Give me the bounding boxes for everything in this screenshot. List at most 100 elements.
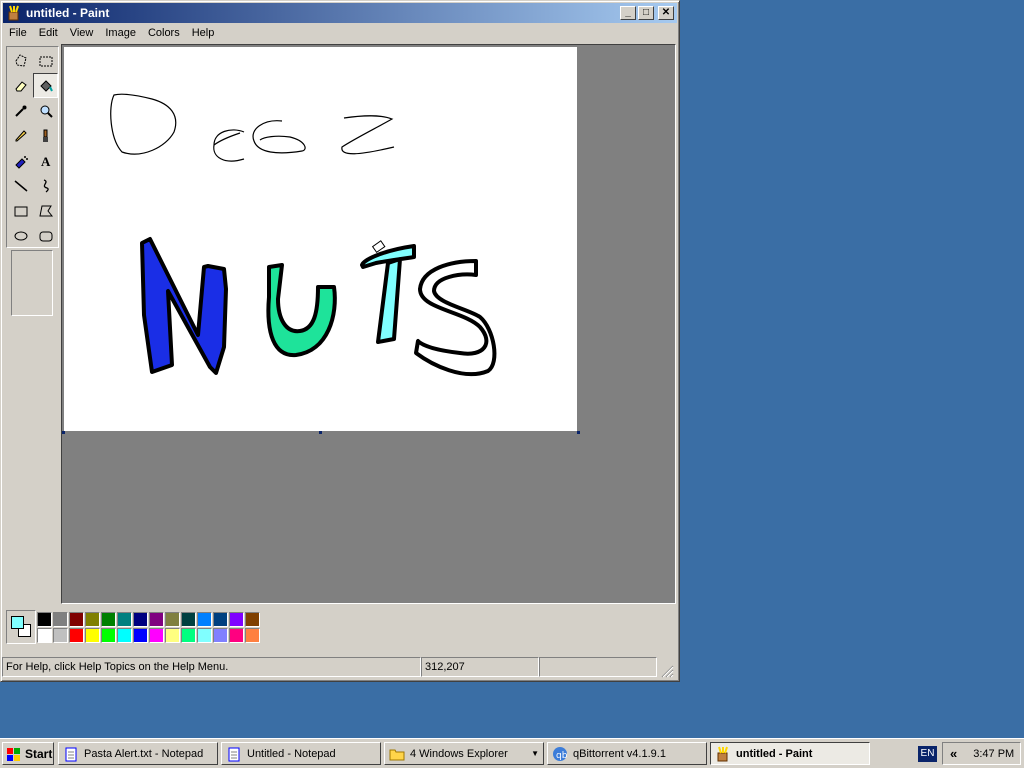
tool-grid: A [6, 46, 59, 248]
color-swatch[interactable] [197, 612, 212, 627]
task-pasta-alert-notepad[interactable]: Pasta Alert.txt - Notepad [58, 742, 218, 765]
task-label: untitled - Paint [736, 747, 813, 760]
eraser-icon [14, 80, 27, 91]
task-qbittorrent[interactable]: qb qBittorrent v4.1.9.1 [547, 742, 707, 765]
task-paint[interactable]: untitled - Paint [710, 742, 870, 765]
canvas-resize-handle-bottom-left[interactable] [62, 431, 65, 434]
color-swatch[interactable] [117, 612, 132, 627]
maximize-button[interactable]: □ [638, 6, 654, 20]
color-swatch[interactable] [245, 628, 260, 643]
tool-fill[interactable] [33, 73, 58, 98]
color-swatch[interactable] [229, 628, 244, 643]
color-swatch[interactable] [133, 612, 148, 627]
tool-rounded-rectangle[interactable] [33, 223, 58, 248]
brush-icon [42, 129, 48, 142]
color-swatch[interactable] [197, 628, 212, 643]
clock[interactable]: 3:47 PM [973, 748, 1014, 760]
tray-expand-icon[interactable]: « [950, 746, 957, 761]
start-button[interactable]: Start [2, 742, 54, 765]
free-form-select-icon [14, 53, 27, 67]
notepad-icon [228, 747, 240, 761]
select-icon [39, 56, 52, 66]
tool-magnifier[interactable] [33, 98, 58, 123]
handwritten-deez [110, 93, 395, 162]
tool-airbrush[interactable] [8, 148, 33, 173]
drawing-canvas[interactable] [64, 47, 577, 431]
color-swatch[interactable] [53, 612, 68, 627]
paint-app-icon [8, 5, 19, 21]
language-indicator[interactable]: EN [918, 746, 937, 762]
tool-pencil[interactable] [8, 123, 33, 148]
tool-brush[interactable] [33, 123, 58, 148]
status-cursor-coords: 312,207 [421, 657, 539, 677]
airbrush-icon [14, 155, 28, 169]
menu-image[interactable]: Image [99, 27, 142, 39]
color-palette [3, 606, 675, 654]
menu-help[interactable]: Help [186, 27, 221, 39]
letter-t [360, 244, 416, 344]
color-swatch[interactable] [133, 628, 148, 643]
color-swatch[interactable] [165, 612, 180, 627]
menu-file[interactable]: File [3, 27, 33, 39]
title-bar[interactable]: untitled - Paint _ □ ✕ [3, 3, 677, 23]
color-swatch[interactable] [101, 612, 116, 627]
tool-curve[interactable] [33, 173, 58, 198]
tool-text[interactable]: A [33, 148, 58, 173]
current-colors [6, 610, 36, 644]
minimize-button[interactable]: _ [620, 6, 636, 20]
task-label: qBittorrent v4.1.9.1 [573, 747, 666, 760]
color-swatch[interactable] [165, 628, 180, 643]
notepad-icon [65, 747, 77, 761]
task-untitled-notepad[interactable]: Untitled - Notepad [221, 742, 381, 765]
color-swatch[interactable] [149, 612, 164, 627]
color-swatch[interactable] [245, 612, 260, 627]
tool-rectangle[interactable] [8, 198, 33, 223]
color-swatch[interactable] [101, 628, 116, 643]
tool-pick-color[interactable] [8, 98, 33, 123]
fill-icon [39, 79, 53, 92]
polygon-icon [38, 205, 53, 216]
tool-select[interactable] [33, 48, 58, 73]
color-swatch[interactable] [181, 628, 196, 643]
menu-edit[interactable]: Edit [33, 27, 64, 39]
status-selection-size [539, 657, 657, 677]
color-swatch[interactable] [37, 628, 52, 643]
paint-icon [717, 746, 728, 761]
color-swatch[interactable] [69, 628, 84, 643]
color-swatch[interactable] [85, 612, 100, 627]
color-swatch[interactable] [85, 628, 100, 643]
tool-line[interactable] [8, 173, 33, 198]
color-swatch[interactable] [37, 612, 52, 627]
magnifier-icon [40, 105, 53, 118]
letter-s [414, 259, 497, 377]
color-swatch[interactable] [69, 612, 84, 627]
tool-options-panel[interactable] [11, 250, 53, 316]
menu-view[interactable]: View [64, 27, 100, 39]
color-swatch[interactable] [213, 612, 228, 627]
task-label: Untitled - Notepad [247, 747, 336, 760]
color-swatch[interactable] [181, 612, 196, 627]
tool-free-form-select[interactable] [8, 48, 33, 73]
task-windows-explorer-group[interactable]: 4 Windows Explorer ▼ [384, 742, 544, 765]
ellipse-icon [14, 231, 27, 240]
canvas-resize-handle-bottom[interactable] [319, 431, 322, 434]
color-swatch[interactable] [229, 612, 244, 627]
color-swatch[interactable] [53, 628, 68, 643]
canvas-resize-handle-corner[interactable] [577, 431, 580, 434]
task-label: 4 Windows Explorer [410, 747, 508, 760]
color-swatch[interactable] [117, 628, 132, 643]
tool-ellipse[interactable] [8, 223, 33, 248]
folder-icon [389, 749, 405, 760]
tool-eraser[interactable] [8, 73, 33, 98]
color-swatch[interactable] [213, 628, 228, 643]
line-icon [14, 179, 27, 192]
windows-logo-icon [7, 747, 20, 761]
resize-grip-icon[interactable] [657, 656, 674, 678]
menu-colors[interactable]: Colors [142, 27, 186, 39]
task-label: Pasta Alert.txt - Notepad [84, 747, 204, 760]
svg-text:A: A [41, 154, 51, 169]
minimize-icon: _ [625, 7, 631, 18]
tool-polygon[interactable] [33, 198, 58, 223]
close-button[interactable]: ✕ [658, 6, 674, 20]
color-swatch[interactable] [149, 628, 164, 643]
